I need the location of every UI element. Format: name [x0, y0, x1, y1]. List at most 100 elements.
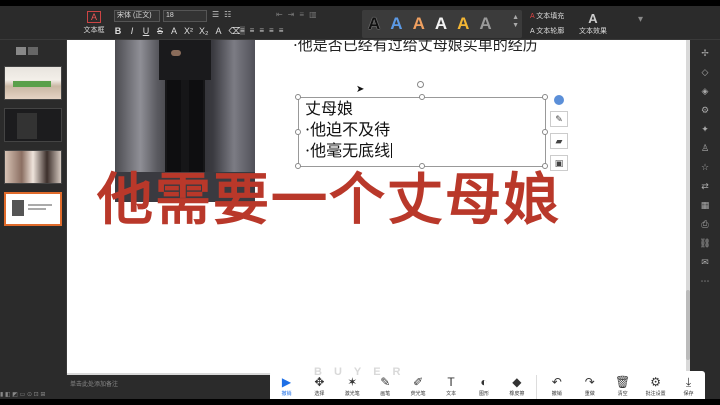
pin-icon[interactable]: ✢ [699, 47, 711, 59]
strikethrough-button[interactable]: S [156, 26, 164, 36]
grid-icon[interactable]: ▦ [699, 199, 711, 211]
person-leg [189, 80, 203, 172]
style-preset-blue[interactable]: A [390, 14, 402, 34]
style-preset-orange[interactable]: A [413, 14, 425, 34]
text-effect-button[interactable]: A 文本效果 [578, 11, 608, 36]
watermark-text: BUYER [314, 366, 413, 378]
textbox-line-editing: ·他毫无底线 [299, 140, 545, 161]
selected-textbox[interactable]: 丈母娘 ·他迫不及待 ·他毫无底线 [295, 94, 548, 169]
resize-handle[interactable] [542, 129, 548, 135]
highlight-button[interactable]: A [215, 26, 223, 36]
mouse-cursor-icon: ➤ [356, 84, 365, 95]
slide-thumbnail[interactable] [4, 150, 62, 184]
font-size-select[interactable]: 18 [163, 10, 207, 22]
style-preset-gray[interactable]: A [479, 14, 491, 34]
italic-button[interactable]: I [128, 26, 136, 36]
text-outline-label: 文本轮廓 [536, 28, 565, 35]
align-left-icon[interactable]: ≡ [240, 26, 245, 35]
underline-button[interactable]: U [142, 26, 150, 36]
style-preset-gold[interactable]: A [457, 14, 469, 34]
chevron-down-icon[interactable]: ▲ ▼ [512, 14, 519, 30]
print-icon[interactable]: ⎙ [699, 218, 711, 230]
align-buttons: ≡ ≡ ≡ ≡ ≡ [240, 26, 283, 35]
presentation-app: A 文本框 宋体 (正文) 18 ☰ ☷ ⇤ ⇥ ≡ ▥ B I U S A X… [0, 0, 720, 405]
font-color-button[interactable]: A [170, 26, 178, 36]
align-right-icon[interactable]: ≡ [259, 26, 264, 35]
outdent-icon[interactable]: ⇥ [288, 10, 295, 19]
textbox-icon: A [87, 11, 101, 23]
outline-view-icon[interactable] [28, 47, 38, 55]
more-icon[interactable]: ⋯ [699, 275, 711, 287]
slide-bullet-text[interactable]: ·他是否已经有过给丈母娘买单的经历 [293, 40, 538, 55]
video-caption: 他需要一个丈母娘 [97, 168, 561, 233]
style-preset-white[interactable]: A [435, 14, 447, 34]
transition-icon[interactable]: ⇄ [699, 180, 711, 192]
style-brush-icon[interactable]: ✎ [550, 111, 568, 127]
slide-photo[interactable] [115, 40, 255, 172]
tool-label: 撤销 [551, 391, 562, 397]
font-name-select[interactable]: 宋体 (正文) [114, 10, 160, 22]
textbox-line: ·他迫不及待 [305, 120, 391, 139]
ribbon-toolbar: A 文本框 宋体 (正文) 18 ☰ ☷ ⇤ ⇥ ≡ ▥ B I U S A X… [0, 6, 720, 40]
eraser-icon: ◆ [512, 375, 522, 389]
textbox-quick-tools: ✎ ▰ ▣ [550, 95, 570, 177]
textbox-line-text: ·他毫无底线 [305, 141, 391, 160]
tool-label: 批注设置 [645, 391, 666, 397]
tool-label: 撤销 [281, 391, 292, 397]
star-icon[interactable]: ☆ [699, 161, 711, 173]
bold-button[interactable]: B [114, 26, 122, 36]
settings-icon[interactable]: ⚙ [699, 104, 711, 116]
layers-icon[interactable]: ◈ [699, 85, 711, 97]
slide-thumbnail[interactable] [4, 108, 62, 142]
text-fill-button[interactable]: A 文本填充 [530, 12, 564, 21]
tool-label: 橡皮擦 [509, 391, 525, 397]
textbox-label: 文本框 [83, 27, 105, 34]
superscript-button[interactable]: X² [184, 26, 193, 36]
rotate-handle[interactable] [417, 81, 424, 88]
tool-label: 荧光笔 [410, 391, 426, 397]
indent-icon[interactable]: ⇤ [276, 10, 283, 19]
ribbon-more-icon[interactable]: ▾ [638, 14, 643, 25]
thumbnail-view-icon[interactable] [16, 47, 26, 55]
fill-icon[interactable]: ▰ [550, 133, 568, 149]
status-row: ▮ ◧ ◩ ▭ ⊙ ⊡ ⊞ [0, 392, 46, 398]
trash-icon: 🗑 [615, 375, 631, 389]
outline-icon: A [530, 28, 535, 35]
format-buttons: B I U S A X² X₂ A ⌫ [114, 26, 241, 36]
textbox-button[interactable]: A 文本框 [80, 9, 108, 37]
shape-icon[interactable]: ◇ [699, 66, 711, 78]
style-preset-black[interactable]: A [368, 14, 380, 34]
notes-placeholder[interactable]: 单击此处添加备注 [70, 379, 118, 388]
comment-icon[interactable]: ✉ [699, 256, 711, 268]
more-options-icon[interactable] [554, 95, 564, 105]
bullet-list-icon[interactable]: ☰ [212, 10, 219, 19]
numbered-list-icon[interactable]: ☷ [224, 10, 231, 19]
resize-handle[interactable] [295, 129, 301, 135]
tool-label: 激光笔 [344, 391, 360, 397]
link-icon[interactable]: ⛓ [699, 237, 711, 249]
tool-label: 保存 [683, 391, 694, 397]
text-effect-label: 文本效果 [579, 28, 607, 35]
align-justify-icon[interactable]: ≡ [269, 26, 274, 35]
toolbar-divider [536, 375, 538, 399]
subscript-button[interactable]: X₂ [199, 26, 209, 36]
shape-tool-icon: ◐ [480, 375, 488, 389]
align-center-icon[interactable]: ≡ [250, 26, 255, 35]
fill-color-icon: A [530, 13, 535, 20]
resize-handle[interactable] [419, 94, 425, 100]
text-outline-button[interactable]: A 文本轮廓 [530, 27, 564, 36]
resize-handle[interactable] [542, 94, 548, 100]
slide-canvas[interactable]: ·他是否已经有过给丈母娘买单的经历 丈母娘 ·他迫不及待 ·他毫无底线 ✎ ▰ … [67, 40, 686, 373]
pointer-icon: ▶ [281, 375, 292, 389]
animation-icon[interactable]: ✦ [699, 123, 711, 135]
columns-icon[interactable]: ▥ [309, 10, 317, 19]
line-spacing-icon[interactable]: ≡ [299, 10, 304, 19]
person-icon[interactable]: ♙ [699, 142, 711, 154]
distribute-icon[interactable]: ≡ [279, 26, 284, 35]
resize-handle[interactable] [295, 94, 301, 100]
view-toggle[interactable] [16, 47, 38, 55]
slide-thumbnail[interactable] [4, 66, 62, 100]
slide-stage: ·他是否已经有过给丈母娘买单的经历 丈母娘 ·他迫不及待 ·他毫无底线 ✎ ▰ … [67, 40, 690, 375]
text-fill-label: 文本填充 [536, 13, 565, 20]
slide-thumbnail-current[interactable] [4, 192, 62, 226]
